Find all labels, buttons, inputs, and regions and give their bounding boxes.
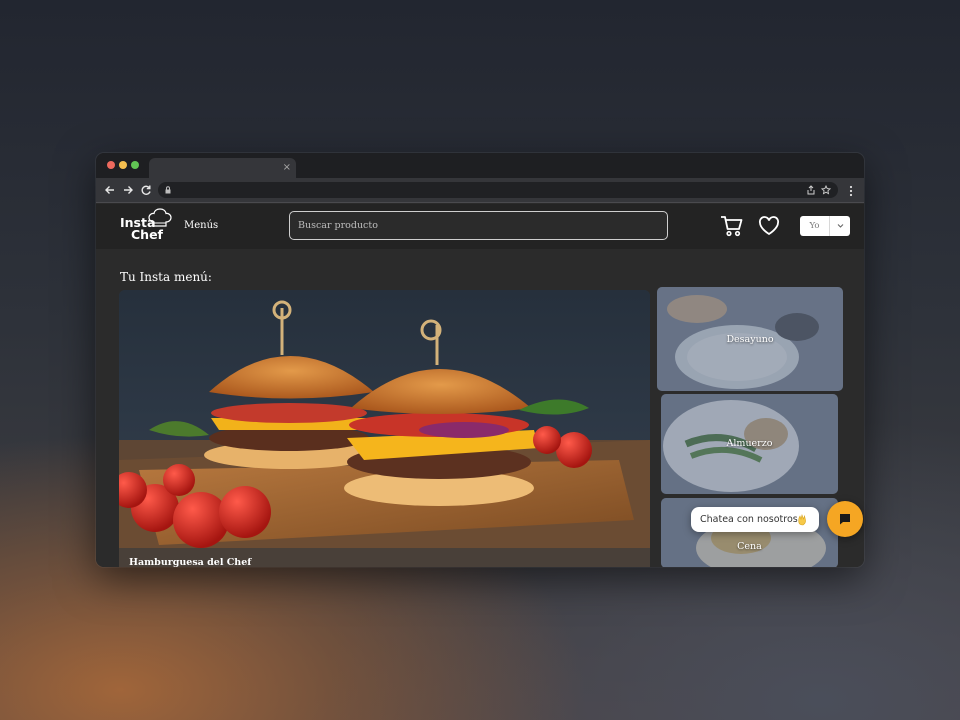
browser-toolbar — [96, 178, 864, 203]
address-bar[interactable] — [158, 182, 838, 198]
category-card-almuerzo[interactable]: Almuerzo — [661, 394, 838, 494]
tab-close-button[interactable]: × — [283, 161, 291, 175]
burger-image — [119, 290, 650, 567]
featured-product-card[interactable]: Hamburguesa del Chef — [119, 290, 650, 567]
category-label-almuerzo: Almuerzo — [726, 438, 773, 449]
back-arrow-icon[interactable] — [103, 183, 117, 197]
reload-icon[interactable] — [139, 183, 153, 197]
featured-product-title: Hamburguesa del Chef — [129, 557, 252, 567]
minimize-window-button[interactable] — [119, 161, 127, 169]
user-menu-button[interactable]: Yo — [800, 216, 850, 236]
browser-tab[interactable]: × — [149, 158, 296, 178]
category-card-desayuno[interactable]: Desayuno — [657, 287, 843, 391]
cart-icon[interactable] — [720, 214, 744, 238]
search-input[interactable] — [289, 211, 668, 240]
chat-prompt-bubble[interactable]: Chatea con nosotros — [691, 507, 819, 532]
close-window-button[interactable] — [107, 161, 115, 169]
user-menu-label: Yo — [809, 221, 820, 231]
chat-open-button[interactable] — [827, 501, 863, 537]
browser-menu-icon[interactable] — [846, 184, 856, 198]
maximize-window-button[interactable] — [131, 161, 139, 169]
menus-nav-link[interactable]: Menús — [184, 220, 218, 231]
category-label-desayuno: Desayuno — [726, 334, 774, 345]
chat-prompt-text: Chatea con nosotros — [700, 514, 798, 525]
waving-hand-icon — [798, 513, 806, 526]
forward-arrow-icon[interactable] — [121, 183, 135, 197]
share-icon[interactable] — [806, 185, 816, 195]
chat-icon — [840, 514, 850, 525]
instachef-logo[interactable]: Insta Chef — [118, 208, 174, 242]
section-title: Tu Insta menú: — [120, 270, 212, 284]
browser-window: × Insta Chef Menús Buscar producto Yo Tu… — [96, 153, 864, 567]
user-menu-dropdown[interactable] — [829, 216, 850, 236]
featured-product-caption: Hamburguesa del Chef — [119, 548, 650, 567]
bookmark-star-icon[interactable] — [821, 185, 831, 195]
logo-text-chef: Chef — [131, 227, 163, 242]
heart-icon[interactable] — [758, 215, 780, 237]
chevron-down-icon — [837, 224, 844, 228]
browser-tab-bar: × — [96, 153, 864, 178]
lock-icon — [165, 186, 171, 194]
category-label-cena: Cena — [737, 541, 762, 552]
site-header: Insta Chef Menús Yo — [96, 204, 864, 249]
